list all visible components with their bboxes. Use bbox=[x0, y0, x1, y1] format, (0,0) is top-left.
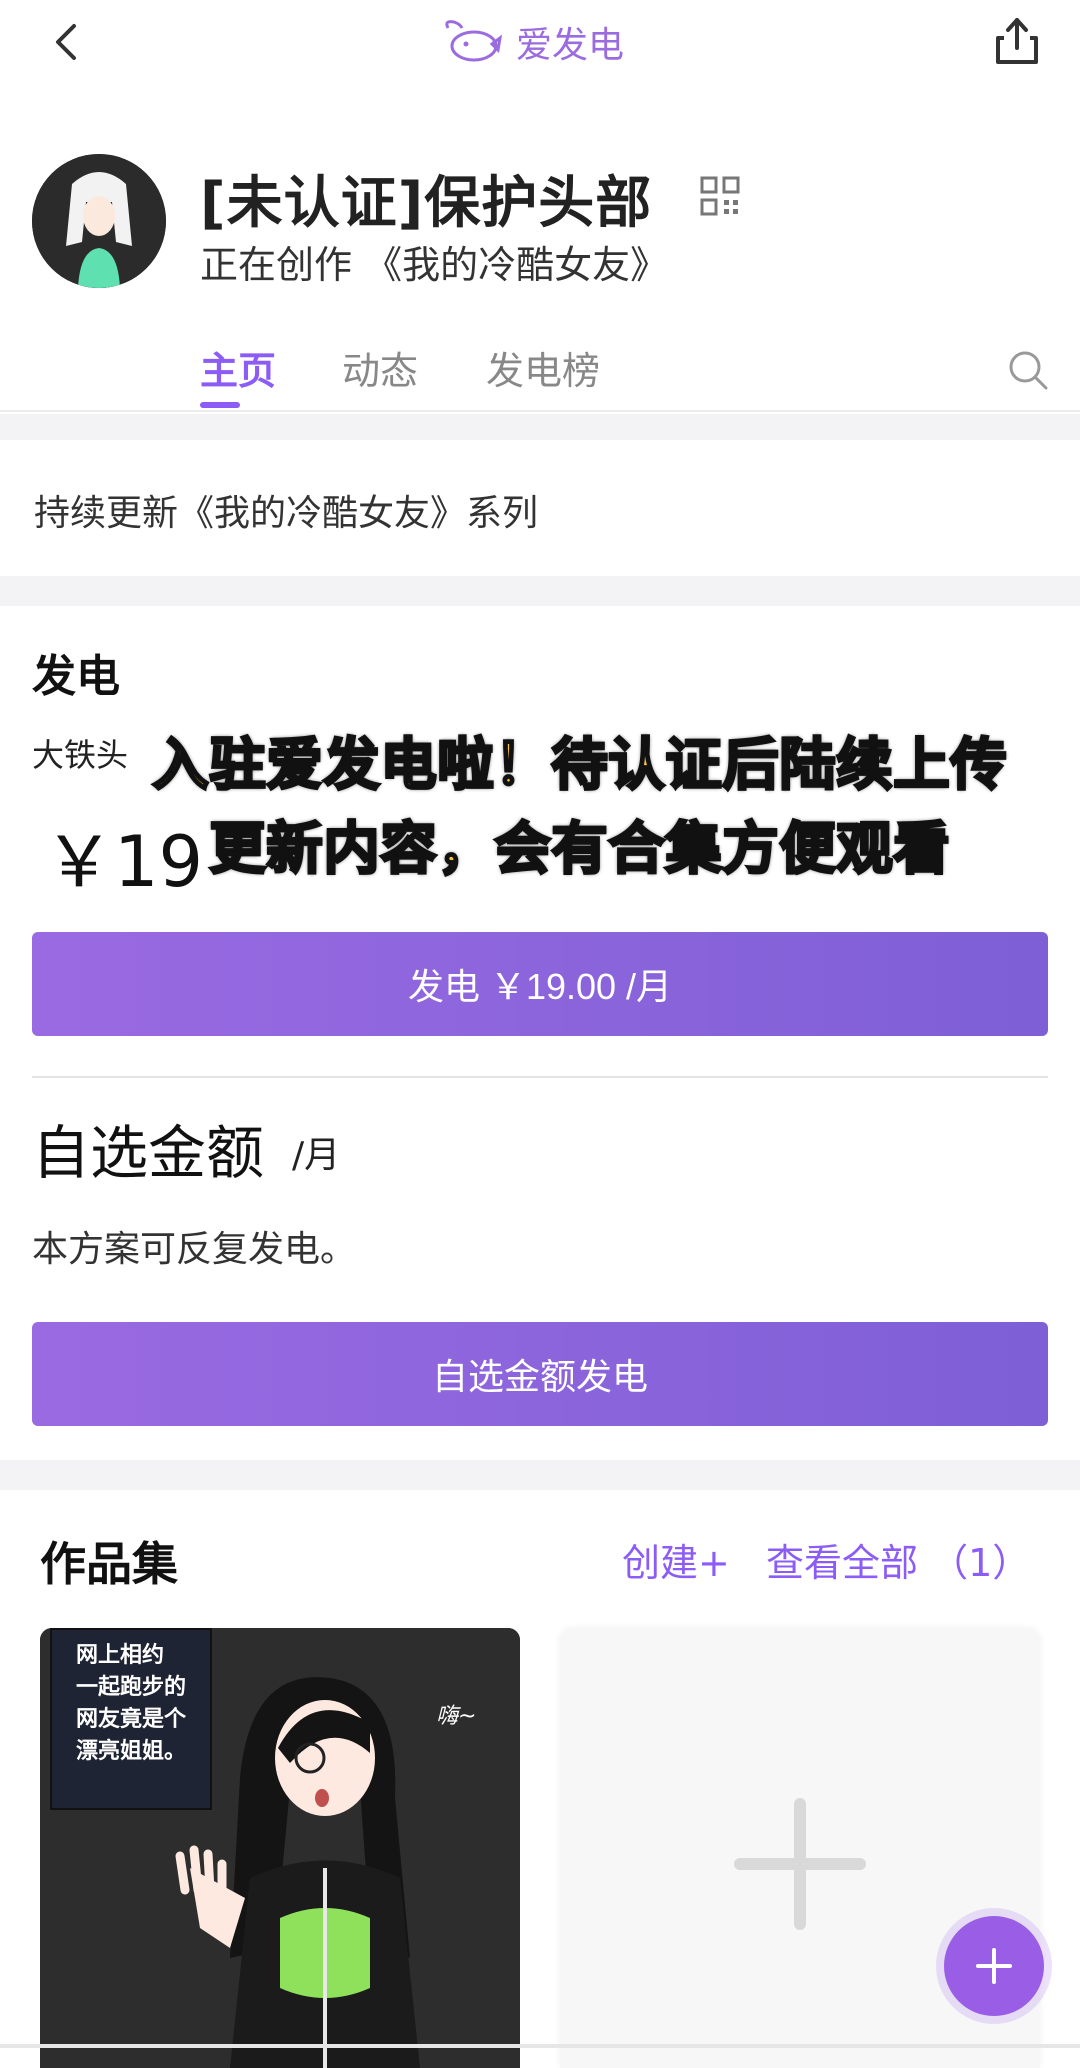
tab-bar: 主页 动态 发电榜 bbox=[0, 330, 1080, 412]
caption-line: 漂亮姐姐。 bbox=[76, 1739, 187, 1764]
share-icon[interactable] bbox=[990, 14, 1044, 68]
tab-updates[interactable]: 动态 bbox=[342, 340, 418, 395]
announcement-overlay: 入驻爱发电啦！待认证后陆续上传 更新内容，会有合集方便观看 bbox=[120, 724, 1040, 892]
create-collection-link[interactable]: 创建+ bbox=[622, 1532, 730, 1587]
creating-description: 正在创作 《我的冷酷女友》 bbox=[200, 243, 669, 287]
search-icon[interactable] bbox=[1006, 348, 1050, 392]
plan-name: 大铁头 bbox=[32, 736, 129, 774]
creator-name: [未认证]保护头部 bbox=[200, 171, 653, 236]
sponsor-title: 发电 bbox=[32, 651, 120, 702]
custom-amount-description: 本方案可反复发电。 bbox=[32, 1229, 357, 1270]
section-gap bbox=[0, 1460, 1080, 1490]
intro-text: 持续更新《我的冷酷女友》系列 bbox=[34, 493, 539, 534]
collection-cover-card[interactable]: 网上相约 一起跑步的 网友竟是个 漂亮姐姐。 嗨~ bbox=[40, 1628, 520, 2068]
tab-sponsor-ranking[interactable]: 发电榜 bbox=[486, 340, 600, 395]
section-gap bbox=[0, 414, 1080, 440]
custom-amount-button[interactable]: 自选金额发电 bbox=[32, 1322, 1048, 1426]
tab-home[interactable]: 主页 bbox=[200, 340, 276, 395]
overlay-line-2: 更新内容，会有合集方便观看 bbox=[208, 816, 951, 884]
caption-line: 一起跑步的 bbox=[76, 1675, 187, 1700]
back-arrow-icon[interactable] bbox=[44, 18, 92, 66]
view-all-link[interactable]: 查看全部 （1） bbox=[766, 1532, 1030, 1587]
avatar[interactable] bbox=[32, 154, 166, 288]
works-title: 作品集 bbox=[40, 1537, 178, 1591]
avatar-image bbox=[32, 154, 166, 288]
divider bbox=[32, 1076, 1048, 1078]
bottom-divider bbox=[0, 2044, 1080, 2048]
works-section: 作品集 创建+ 查看全部 （1） 网上相约 一起跑步的 网友竟是个 漂亮姐姐。 … bbox=[0, 1490, 1080, 2068]
overlay-line-1: 入驻爱发电啦！待认证后陆续上传 bbox=[151, 732, 1008, 800]
floating-add-button[interactable] bbox=[944, 1916, 1044, 2016]
qr-code-icon[interactable] bbox=[700, 176, 740, 216]
active-tab-indicator bbox=[200, 402, 240, 408]
brand-logo-icon bbox=[445, 20, 503, 62]
caption-line: 网友竟是个 bbox=[76, 1707, 187, 1732]
brand: 爱发电 bbox=[440, 14, 624, 70]
plus-icon bbox=[976, 1948, 1012, 1984]
intro-section: 持续更新《我的冷酷女友》系列 bbox=[0, 440, 1080, 576]
profile-header: [未认证]保护头部 正在创作 《我的冷酷女友》 bbox=[0, 150, 1080, 300]
custom-amount-unit: /月 bbox=[292, 1135, 341, 1176]
section-gap bbox=[0, 576, 1080, 606]
sponsor-section: 发电 大铁头 ￥19 入驻爱发电啦！待认证后陆续上传 更新内容，会有合集方便观看… bbox=[0, 606, 1080, 1460]
cover-speech-text: 嗨~ bbox=[436, 1704, 477, 1729]
cover-caption: 网上相约 一起跑步的 网友竟是个 漂亮姐姐。 bbox=[50, 1628, 212, 1810]
sponsor-plan-button[interactable]: 发电 ￥19.00 /月 bbox=[32, 932, 1048, 1036]
top-bar: 爱发电 bbox=[0, 0, 1080, 90]
brand-name: 爱发电 bbox=[516, 25, 625, 66]
caption-line: 网上相约 bbox=[76, 1643, 165, 1668]
custom-amount-title: 自选金额 bbox=[32, 1119, 265, 1187]
